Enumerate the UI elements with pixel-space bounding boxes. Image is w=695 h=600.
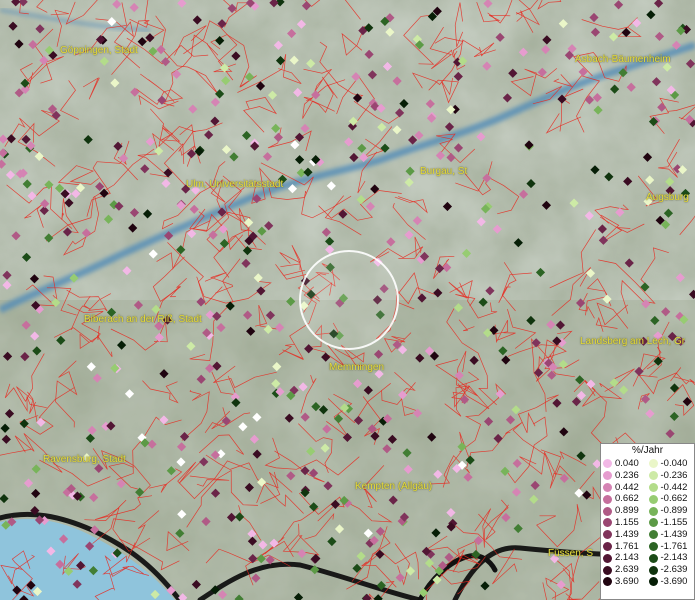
selection-ring[interactable] — [299, 250, 399, 350]
legend-value: 2.143 — [615, 552, 639, 564]
legend-swatch-icon — [603, 530, 612, 540]
legend-row: -0.040 — [648, 458, 695, 470]
legend-row: 1.155 — [603, 517, 649, 529]
legend-swatch-icon — [603, 482, 612, 492]
legend-value: 2.639 — [615, 564, 639, 576]
legend-value: 0.442 — [615, 481, 639, 493]
legend-swatch-icon — [603, 518, 612, 528]
legend-row: -2.639 — [648, 564, 695, 576]
legend-value: -0.236 — [660, 469, 688, 481]
legend-row: -2.143 — [648, 552, 695, 564]
legend-value: -3.690 — [660, 575, 688, 587]
legend-value: 0.662 — [615, 493, 639, 505]
legend-swatch-icon — [603, 471, 612, 481]
legend-row: -3.690 — [648, 575, 695, 588]
legend-swatch-icon — [603, 541, 612, 551]
legend-row: 0.040 — [603, 458, 649, 470]
legend-value: 1.761 — [615, 540, 639, 552]
legend-swatch-icon — [648, 459, 658, 469]
legend-row: -0.236 — [648, 469, 695, 482]
legend-negative-column: -0.040 -0.236 -0.442 -0.662 -0.899 -1.155 -1.4… — [648, 458, 695, 588]
legend-swatch-icon — [648, 518, 658, 528]
legend-swatch-icon — [603, 494, 612, 504]
map-canvas[interactable] — [0, 0, 695, 600]
legend-value: -1.761 — [660, 540, 688, 552]
legend-value: -2.639 — [660, 564, 688, 576]
legend-value: 1.155 — [615, 516, 639, 528]
legend-swatch-icon — [648, 553, 658, 563]
legend-swatch-icon — [648, 577, 658, 587]
legend-swatch-icon — [648, 482, 658, 492]
legend-swatch-icon — [648, 530, 658, 540]
legend-swatch-icon — [648, 506, 658, 516]
legend-swatch-icon — [648, 494, 658, 504]
legend-row: 1.761 — [603, 541, 649, 553]
legend-swatch-icon — [648, 471, 658, 481]
legend-row: 0.236 — [603, 470, 649, 482]
legend-value: -0.442 — [660, 481, 688, 493]
legend-row: -0.442 — [648, 481, 695, 494]
legend-row: -0.662 — [648, 493, 695, 505]
legend-value: 0.236 — [615, 469, 639, 481]
legend-value: -0.040 — [660, 458, 688, 469]
legend-row: -1.155 — [648, 516, 695, 529]
legend-swatch-icon — [603, 506, 612, 516]
legend-row: 0.662 — [603, 493, 649, 505]
legend-value: -2.143 — [660, 552, 688, 564]
legend-row: -1.439 — [648, 528, 695, 541]
legend: %/Jahr 0.040 0.236 0.442 0.662 0.899 1.155 1.4… — [600, 443, 695, 600]
legend-swatch-icon — [603, 577, 612, 587]
legend-value: 1.439 — [615, 528, 639, 540]
legend-swatch-icon — [603, 459, 612, 469]
legend-value: 0.899 — [615, 505, 639, 517]
legend-row: -0.899 — [648, 505, 695, 517]
legend-value: -1.439 — [660, 528, 688, 540]
legend-positive-column: 0.040 0.236 0.442 0.662 0.899 1.155 1.439 1.761… — [603, 458, 649, 588]
legend-value: -0.899 — [660, 505, 688, 517]
legend-row: 0.899 — [603, 505, 649, 517]
legend-row: 2.639 — [603, 564, 649, 576]
legend-value: 3.690 — [615, 575, 639, 587]
legend-swatch-icon — [648, 541, 658, 551]
legend-swatch-icon — [603, 553, 612, 563]
legend-row: -1.761 — [648, 540, 695, 553]
legend-title: %/Jahr — [631, 445, 664, 456]
legend-row: 2.143 — [603, 552, 649, 564]
legend-row: 1.439 — [603, 529, 649, 541]
legend-swatch-icon — [648, 565, 658, 575]
legend-swatch-icon — [603, 565, 612, 575]
legend-row: 3.690 — [603, 576, 649, 588]
legend-value: -1.155 — [660, 516, 688, 528]
legend-row: 0.442 — [603, 482, 649, 494]
legend-value: -0.662 — [660, 493, 688, 505]
legend-value: 0.040 — [615, 458, 639, 469]
